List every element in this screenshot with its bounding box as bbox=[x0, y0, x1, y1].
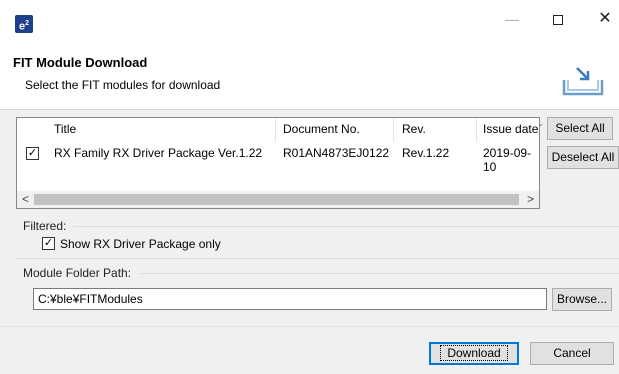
column-header-issue-date[interactable]: Issue date bbox=[483, 122, 538, 136]
dialog-description: Select the FIT modules for download bbox=[25, 78, 221, 92]
scroll-left-icon[interactable]: < bbox=[17, 191, 34, 208]
dialog-header: FIT Module Download Select the FIT modul… bbox=[0, 38, 619, 110]
divider bbox=[16, 258, 619, 259]
row-title: RX Family RX Driver Package Ver.1.22 bbox=[54, 146, 263, 160]
minimize-button[interactable]: — bbox=[489, 0, 535, 38]
scroll-thumb[interactable] bbox=[34, 194, 519, 205]
show-rx-driver-label[interactable]: Show RX Driver Package only bbox=[60, 237, 221, 251]
row-checkbox[interactable]: ✓ bbox=[26, 147, 39, 160]
download-button-label: Download bbox=[440, 345, 508, 361]
maximize-button[interactable] bbox=[535, 0, 581, 38]
deselect-all-button[interactable]: Deselect All bbox=[547, 146, 619, 169]
footer-divider bbox=[0, 326, 619, 327]
minimize-icon: — bbox=[505, 11, 519, 27]
column-header-title[interactable]: Title bbox=[54, 122, 76, 136]
close-button[interactable]: ✕ bbox=[582, 0, 619, 38]
dialog-title: FIT Module Download bbox=[13, 55, 148, 70]
filter-group-line bbox=[73, 226, 619, 227]
scroll-right-icon[interactable]: > bbox=[522, 191, 539, 208]
column-header-rev[interactable]: Rev. bbox=[402, 122, 426, 136]
check-icon: ✓ bbox=[43, 237, 54, 249]
module-table: ⌄ Title Document No. Rev. Issue date ✓ R… bbox=[16, 117, 545, 209]
row-issue-date: 2019-09-10 bbox=[483, 146, 532, 174]
column-header-document-no[interactable]: Document No. bbox=[283, 122, 360, 136]
check-icon: ✓ bbox=[27, 147, 38, 159]
row-document-no: R01AN4873EJ0122 bbox=[283, 146, 390, 160]
cancel-button[interactable]: Cancel bbox=[530, 342, 614, 365]
filter-label: Filtered: bbox=[23, 219, 67, 233]
column-divider bbox=[275, 118, 276, 142]
browse-button[interactable]: Browse... bbox=[552, 288, 612, 311]
close-icon: ✕ bbox=[598, 10, 612, 27]
module-folder-path-label: Module Folder Path: bbox=[23, 266, 132, 280]
module-folder-path-input[interactable]: C:¥ble¥FITModules bbox=[33, 288, 547, 310]
select-all-button[interactable]: Select All bbox=[547, 117, 613, 140]
folder-group-line bbox=[140, 273, 619, 274]
maximize-icon bbox=[553, 15, 563, 26]
horizontal-scrollbar[interactable]: < > bbox=[17, 191, 539, 208]
title-bar: e2 — ✕ bbox=[0, 0, 619, 38]
download-tray-icon bbox=[562, 67, 604, 96]
show-rx-driver-checkbox[interactable]: ✓ bbox=[42, 237, 55, 250]
column-divider bbox=[476, 118, 477, 142]
column-divider bbox=[393, 118, 394, 142]
app-icon: e2 bbox=[15, 15, 33, 33]
download-button[interactable]: Download bbox=[429, 342, 519, 365]
row-rev: Rev.1.22 bbox=[402, 146, 450, 160]
